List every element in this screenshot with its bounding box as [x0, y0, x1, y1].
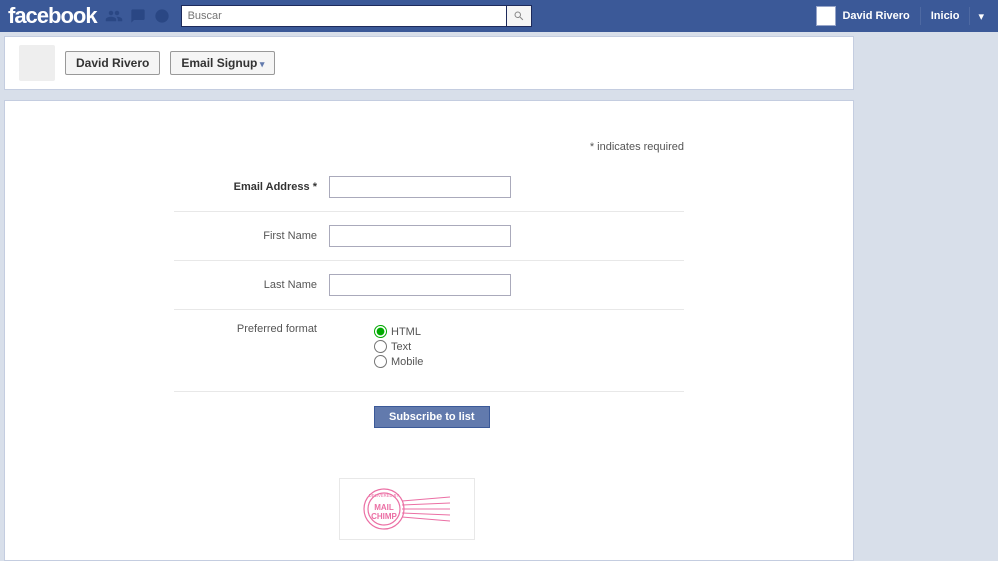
notifications-icon[interactable]: [151, 5, 173, 27]
format-html-item[interactable]: HTML: [374, 325, 423, 338]
format-mobile-label: Mobile: [391, 356, 423, 368]
subscribe-button[interactable]: Subscribe to list: [374, 406, 490, 428]
email-label: Email Address *: [174, 181, 329, 193]
field-firstname: First Name: [174, 212, 684, 261]
format-mobile-radio[interactable]: [374, 355, 387, 368]
page-avatar[interactable]: [19, 45, 55, 81]
home-link[interactable]: Inicio: [923, 10, 968, 22]
avatar: [816, 6, 836, 26]
nav-icons: [103, 5, 173, 27]
user-name: David Rivero: [842, 10, 909, 22]
last-name-input[interactable]: [329, 274, 511, 296]
field-lastname: Last Name: [174, 261, 684, 310]
search-button[interactable]: [506, 5, 532, 27]
breadcrumb-tab[interactable]: Email Signup: [170, 51, 275, 75]
search-input[interactable]: [181, 5, 506, 27]
divider: [920, 7, 921, 25]
email-input[interactable]: [329, 176, 511, 198]
search-wrap: [181, 5, 532, 27]
topbar: facebook David Rivero Inicio ▾: [0, 0, 998, 32]
svg-text:DELIVERED BY: DELIVERED BY: [369, 493, 400, 498]
field-format: Preferred format HTML Text Mobile: [174, 310, 684, 383]
user-profile-link[interactable]: David Rivero: [808, 6, 917, 26]
page-header: David Rivero Email Signup: [4, 36, 854, 90]
divider: [969, 7, 970, 25]
mailchimp-stamp-icon: DELIVERED BY MAIL CHIMP: [352, 483, 462, 535]
messages-icon[interactable]: [127, 5, 149, 27]
breadcrumb-user[interactable]: David Rivero: [65, 51, 160, 75]
format-html-radio[interactable]: [374, 325, 387, 338]
first-name-label: First Name: [174, 230, 329, 242]
field-email: Email Address *: [174, 163, 684, 212]
first-name-input[interactable]: [329, 225, 511, 247]
mailchimp-badge[interactable]: DELIVERED BY MAIL CHIMP: [339, 478, 475, 540]
friends-icon[interactable]: [103, 5, 125, 27]
account-dropdown[interactable]: ▾: [972, 10, 990, 23]
format-mobile-item[interactable]: Mobile: [374, 355, 423, 368]
format-radio-group: HTML Text Mobile: [329, 323, 423, 370]
format-text-label: Text: [391, 341, 411, 353]
svg-text:CHIMP: CHIMP: [371, 512, 397, 521]
last-name-label: Last Name: [174, 279, 329, 291]
format-html-label: HTML: [391, 326, 421, 338]
search-icon: [513, 10, 525, 22]
signup-form: * indicates required Email Address * Fir…: [174, 141, 684, 540]
format-text-item[interactable]: Text: [374, 340, 423, 353]
submit-row: Subscribe to list: [174, 391, 684, 428]
required-note: * indicates required: [174, 141, 684, 153]
format-text-radio[interactable]: [374, 340, 387, 353]
svg-text:MAIL: MAIL: [374, 503, 394, 512]
content-card: * indicates required Email Address * Fir…: [4, 100, 854, 561]
format-label: Preferred format: [174, 323, 329, 335]
facebook-logo[interactable]: facebook: [8, 3, 97, 29]
